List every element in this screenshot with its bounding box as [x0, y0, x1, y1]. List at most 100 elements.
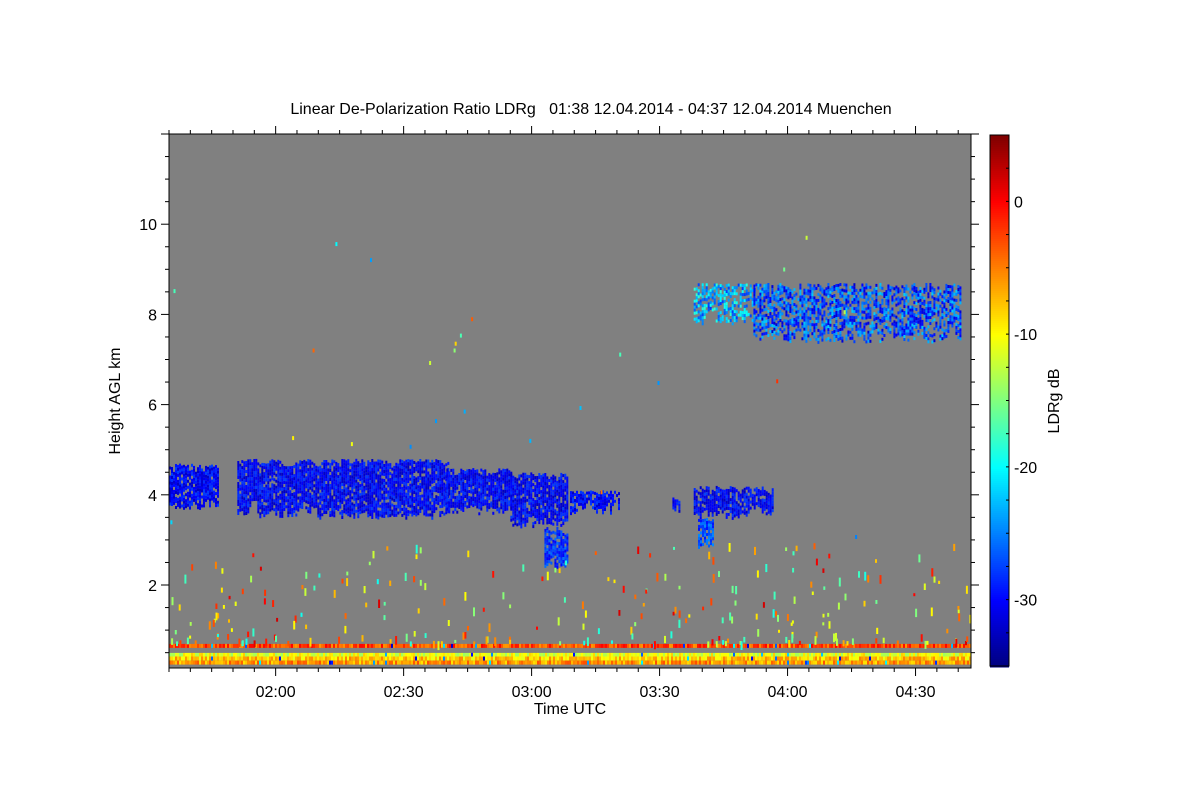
heatmap-cell	[379, 459, 382, 463]
heatmap-cell	[427, 504, 430, 508]
heatmap-cell	[407, 477, 410, 481]
heatmap-cell	[391, 488, 394, 492]
heatmap-cell	[927, 301, 930, 305]
heatmap-cell	[520, 507, 523, 511]
heatmap-cell	[419, 507, 422, 510]
heatmap-cell	[935, 309, 938, 313]
heatmap-cell	[317, 481, 320, 485]
heatmap-cell	[293, 507, 296, 511]
heatmap-cell	[701, 313, 704, 317]
heatmap-cell	[913, 313, 916, 317]
heatmap-cell	[897, 323, 900, 327]
heatmap-cell	[518, 513, 521, 517]
heatmap-cell	[251, 465, 254, 469]
heatmap-cell	[313, 472, 316, 476]
heatmap-cell	[502, 471, 505, 475]
heatmap-cell	[333, 472, 336, 476]
heatmap-cell	[484, 490, 487, 494]
heatmap-cell	[841, 321, 844, 325]
heatmap-cell	[371, 459, 374, 462]
heatmap-cell	[437, 472, 440, 476]
heatmap-cell	[737, 491, 740, 495]
heatmap-cell	[695, 287, 698, 291]
heatmap-cell	[933, 297, 936, 301]
heatmap-cell	[289, 496, 292, 500]
heatmap-cell	[187, 473, 189, 477]
heatmap-cell	[592, 491, 594, 495]
heatmap-cell	[397, 505, 400, 509]
heatmap-cell	[540, 481, 543, 485]
heatmap-cell	[939, 322, 942, 326]
heatmap-cell	[215, 471, 217, 475]
heatmap-cell	[241, 493, 244, 497]
heatmap-cell	[707, 305, 710, 309]
heatmap-cell	[441, 495, 444, 499]
heatmap-cell	[753, 311, 756, 315]
heatmap-cell	[522, 508, 525, 512]
heatmap-cell	[231, 643, 233, 648]
heatmap-cell	[703, 303, 706, 307]
heatmap-cell	[285, 469, 288, 473]
heatmap-cell	[464, 474, 467, 477]
heatmap-cell	[205, 474, 207, 478]
heatmap-cell	[512, 508, 515, 512]
heatmap-cell	[383, 491, 386, 494]
heatmap-cell	[512, 496, 515, 500]
heatmap-cell	[203, 480, 205, 484]
heatmap-cell	[933, 312, 936, 316]
heatmap-cell	[359, 496, 362, 500]
heatmap-cell	[367, 643, 369, 648]
heatmap-cell	[556, 489, 559, 493]
heatmap-cell	[335, 479, 338, 483]
heatmap-cell	[335, 473, 338, 477]
heatmap-cell	[873, 318, 876, 322]
heatmap-cell	[695, 317, 698, 321]
heatmap-cell	[183, 485, 185, 489]
heatmap-cell	[710, 524, 712, 528]
heatmap-cell	[423, 500, 426, 504]
heatmap-cell	[610, 490, 612, 494]
heatmap-cell	[923, 332, 926, 336]
heatmap-cell	[536, 500, 539, 503]
heatmap-cell	[191, 481, 193, 485]
heatmap-cell	[763, 498, 766, 502]
heatmap-cell	[355, 491, 358, 495]
heatmap-cell	[829, 293, 832, 297]
heatmap-cell	[371, 492, 374, 495]
heatmap-cell	[275, 506, 278, 510]
heatmap-cell	[759, 295, 762, 299]
heatmap-cell	[409, 486, 412, 490]
heatmap-cell	[175, 485, 177, 488]
heatmap-cell	[765, 295, 768, 299]
heatmap-cell	[355, 467, 358, 471]
heatmap-cell	[558, 536, 561, 540]
heatmap-cell	[863, 337, 866, 341]
heatmap-cell	[207, 496, 209, 500]
heatmap-cell	[927, 307, 930, 311]
heatmap-cell	[295, 504, 298, 508]
heatmap-cell	[389, 499, 392, 503]
heatmap-cell	[566, 536, 569, 540]
heatmap-cell	[357, 485, 360, 489]
heatmap-cell	[530, 502, 533, 506]
heatmap-cell	[863, 292, 866, 296]
heatmap-cell	[761, 287, 764, 291]
heatmap-cell	[441, 471, 444, 475]
heatmap-cell	[297, 484, 300, 488]
heatmap-cell	[933, 339, 936, 343]
heatmap-cell	[829, 290, 832, 294]
heatmap-cell	[373, 476, 376, 480]
heatmap-cell	[321, 513, 324, 517]
heatmap-cell	[243, 497, 246, 501]
heatmap-cell	[897, 302, 900, 306]
heatmap-cell	[265, 466, 268, 470]
heatmap-cell	[755, 328, 758, 332]
heatmap-cell	[538, 476, 541, 480]
heatmap-cell	[353, 482, 356, 486]
heatmap-cell	[327, 468, 330, 472]
heatmap-cell	[777, 314, 780, 318]
heatmap-cell	[550, 494, 553, 498]
heatmap-cell	[275, 509, 278, 513]
heatmap-cell	[791, 302, 794, 306]
heatmap-cell	[474, 484, 477, 488]
